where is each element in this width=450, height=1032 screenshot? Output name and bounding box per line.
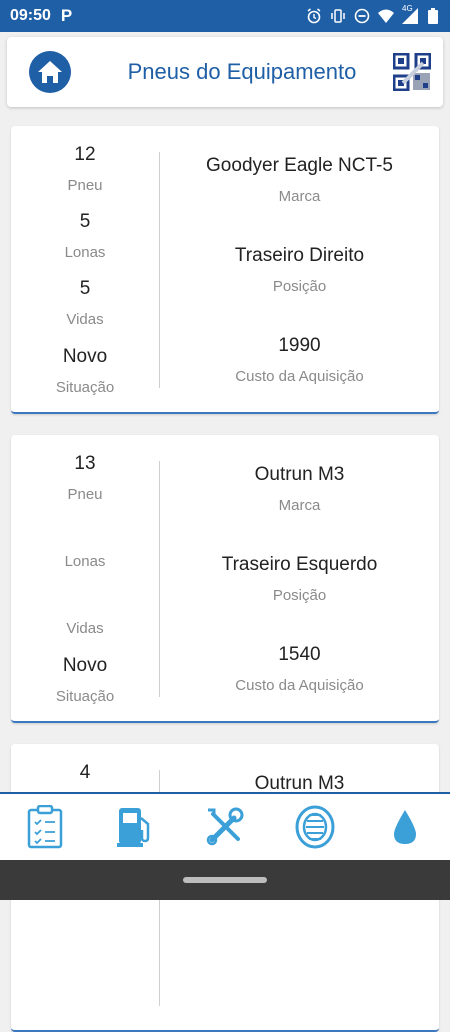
tire-cost: 1540: [278, 644, 321, 665]
tire-icon: [295, 805, 335, 849]
tire-cost-label: Custo da Aquisição: [235, 677, 364, 694]
tire-cost: 1990: [278, 335, 321, 356]
dnd-icon: [354, 8, 370, 24]
tire-number: 12: [74, 144, 96, 165]
tire-number-label: Pneu: [67, 177, 103, 194]
tire-lives-label: Vidas: [66, 620, 104, 637]
battery-icon: [428, 8, 438, 24]
tire-lives: 5: [79, 278, 91, 299]
qr-code-icon[interactable]: [393, 53, 431, 91]
alarm-icon: [307, 8, 321, 24]
water-drop-icon: [394, 810, 416, 844]
fuel-pump-icon: [117, 808, 150, 847]
tire-plies-label: Lonas: [64, 553, 106, 570]
tire-plies-label: Lonas: [64, 244, 106, 261]
nav-maintenance-button[interactable]: [195, 797, 255, 857]
clipboard-icon: [27, 805, 63, 849]
home-gesture-pill[interactable]: [183, 877, 267, 883]
tire-status: Novo: [62, 655, 108, 676]
home-button[interactable]: [29, 51, 71, 93]
tire-brand-label: Marca: [278, 188, 321, 205]
system-nav-bar: [0, 860, 450, 900]
tire-number-label: Pneu: [67, 486, 103, 503]
tire-position: Traseiro Direito: [234, 245, 365, 266]
nav-tires-button[interactable]: [285, 797, 345, 857]
signal-icon: 4G: [402, 4, 420, 24]
page-title: Pneus do Equipamento: [127, 59, 357, 84]
tire-cost-label: Custo da Aquisição: [235, 368, 364, 385]
app-header: Pneus do Equipamento: [7, 37, 443, 107]
tire-status-label: Situação: [55, 379, 115, 396]
wifi-icon: [378, 9, 394, 23]
tire-position-label: Posição: [272, 587, 327, 604]
tire-number: 4: [79, 762, 91, 783]
tire-card[interactable]: 13 Pneu Lonas Vidas Novo Situação Outrun…: [11, 435, 439, 723]
tire-plies: 5: [79, 211, 91, 232]
tire-card[interactable]: 12 Pneu 5 Lonas 5 Vidas Novo Situação Go…: [11, 126, 439, 414]
tire-lives-label: Vidas: [66, 311, 104, 328]
tools-icon: [206, 807, 244, 846]
status-bar: 09:50 P 4G: [0, 0, 450, 32]
tire-brand: Outrun M3: [254, 464, 345, 485]
bottom-nav: [0, 792, 450, 860]
nav-fuel-button[interactable]: [105, 797, 165, 857]
tire-status: Novo: [62, 346, 108, 367]
tire-position: Traseiro Esquerdo: [221, 554, 378, 575]
nav-checklist-button[interactable]: [15, 797, 75, 857]
tire-status-label: Situação: [55, 688, 115, 705]
vibrate-icon: [331, 9, 345, 23]
home-icon: [38, 61, 62, 83]
status-time: 09:50: [10, 7, 51, 24]
tire-number: 13: [74, 453, 96, 474]
app-indicator-icon: P: [60, 6, 73, 25]
tire-brand-label: Marca: [278, 497, 321, 514]
nav-fluids-button[interactable]: [375, 797, 435, 857]
tire-position-label: Posição: [272, 278, 327, 295]
network-label: 4G: [402, 4, 413, 13]
tire-brand: Goodyer Eagle NCT-5: [206, 155, 393, 176]
